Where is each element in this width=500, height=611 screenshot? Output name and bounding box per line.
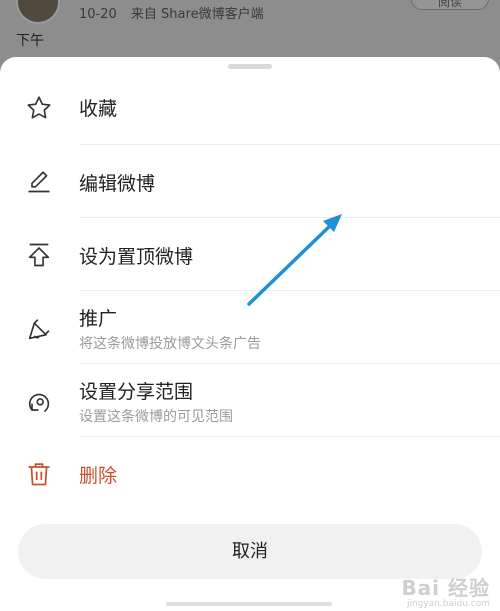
menu-item-edit[interactable]: 编辑微博 bbox=[0, 145, 500, 218]
menu-item-delete[interactable]: 删除 bbox=[0, 437, 500, 510]
menu-item-subtitle: 设置这条微博的可见范围 bbox=[79, 409, 233, 425]
megaphone-icon bbox=[24, 314, 54, 344]
sheet-drag-handle[interactable] bbox=[228, 64, 272, 69]
share-scope-icon bbox=[24, 388, 54, 418]
menu-item-label: 收藏 bbox=[79, 98, 118, 120]
gesture-nav-bar bbox=[166, 602, 332, 606]
menu-item-label: 删除 bbox=[79, 465, 118, 487]
avatar bbox=[16, 0, 60, 24]
trash-icon bbox=[24, 459, 54, 489]
post-meta: 10-20 来自 Share微博客户端 bbox=[79, 3, 264, 22]
menu-item-label: 设置分享范围 bbox=[79, 381, 194, 403]
edit-pencil-icon bbox=[24, 166, 54, 196]
cancel-button[interactable]: 取消 bbox=[18, 524, 482, 579]
menu-item-label: 编辑微博 bbox=[79, 173, 156, 195]
pin-to-top-icon bbox=[24, 240, 54, 270]
post-source: 来自 Share微博客户端 bbox=[130, 7, 264, 22]
post-text: 下午 bbox=[16, 33, 44, 49]
menu-item-pin-to-top[interactable]: 设为置顶微博 bbox=[0, 218, 500, 291]
menu-item-label: 设为置顶微博 bbox=[79, 246, 194, 268]
menu-item-share-scope[interactable]: 设置分享范围 设置这条微博的可见范围 bbox=[0, 364, 500, 437]
menu-item-promote[interactable]: 推广 将这条微博投放博文头条广告 bbox=[0, 291, 500, 364]
action-sheet: 收藏 编辑微博 设为置顶微博 推广 将这条微博投放博文头条广告 设置分享范围 设… bbox=[0, 57, 500, 611]
read-button: 阅读 bbox=[411, 0, 489, 10]
star-icon bbox=[24, 93, 54, 123]
menu-item-favorite[interactable]: 收藏 bbox=[0, 72, 500, 145]
post-date: 10-20 bbox=[79, 7, 117, 22]
menu-item-subtitle: 将这条微博投放博文头条广告 bbox=[79, 336, 261, 352]
menu-item-label: 推广 bbox=[79, 308, 118, 330]
